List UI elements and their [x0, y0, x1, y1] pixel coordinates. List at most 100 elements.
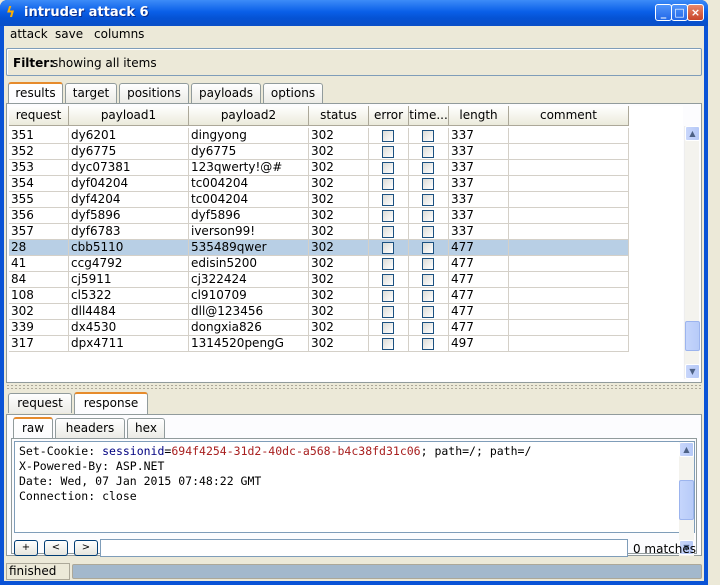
tab-request[interactable]: request [8, 393, 72, 413]
table-row[interactable]: 41 ccg4792 edisin5200 302 477 [9, 256, 629, 272]
status-bar: finished [4, 562, 704, 581]
window-client: attack save columns Filter: showing all … [4, 26, 704, 581]
column-header-length[interactable]: length [449, 106, 509, 126]
timeout-cell [409, 224, 449, 240]
timeout-cell [409, 128, 449, 144]
length-cell: 497 [449, 336, 509, 352]
table-row[interactable]: 352 dy6775 dy6775 302 337 [9, 144, 629, 160]
timeout-cell [409, 192, 449, 208]
table-row[interactable]: 353 dyc07381 123qwerty!@# 302 337 [9, 160, 629, 176]
table-row[interactable]: 356 dyf5896 dyf5896 302 337 [9, 208, 629, 224]
error-cell [369, 240, 409, 256]
column-header-request[interactable]: request [9, 106, 69, 126]
window-title: intruder attack 6 [24, 5, 149, 20]
error-cell [369, 256, 409, 272]
scroll-thumb[interactable] [679, 480, 694, 520]
filter-bar[interactable]: Filter: showing all items [6, 48, 702, 76]
column-header-timeout[interactable]: time... [409, 106, 449, 126]
filter-label: Filter: [13, 56, 55, 70]
table-row[interactable]: 355 dyf4204 tc004204 302 337 [9, 192, 629, 208]
menu-attack[interactable]: attack [10, 27, 48, 41]
column-header-status[interactable]: status [309, 106, 369, 126]
payload1-cell: cj5911 [69, 272, 189, 288]
request-cell: 339 [9, 320, 69, 336]
split-divider[interactable] [6, 384, 702, 390]
timeout-cell [409, 144, 449, 160]
tab-target[interactable]: target [65, 83, 117, 103]
error-checkbox [382, 210, 394, 222]
scroll-thumb[interactable] [685, 321, 700, 351]
status-cell: 302 [309, 256, 369, 272]
payload1-cell: ccg4792 [69, 256, 189, 272]
search-input[interactable] [100, 539, 628, 557]
column-header-payload2[interactable]: payload2 [189, 106, 309, 126]
status-cell: 302 [309, 160, 369, 176]
payload2-cell: 123qwerty!@# [189, 160, 309, 176]
response-text-area[interactable]: Set-Cookie: sessionid=694f4254-31d2-40dc… [14, 441, 695, 556]
timeout-checkbox [422, 226, 434, 238]
table-row[interactable]: 28 cbb5110 535489qwer 302 477 [9, 240, 629, 256]
error-cell [369, 144, 409, 160]
payload2-cell: 535489qwer [189, 240, 309, 256]
error-cell [369, 224, 409, 240]
menu-save[interactable]: save [55, 27, 83, 41]
close-button[interactable]: × [687, 4, 704, 21]
maximize-button[interactable]: □ [671, 4, 688, 21]
tab-raw[interactable]: raw [13, 417, 53, 439]
title-bar[interactable]: ϟ intruder attack 6 _ □ × [0, 0, 708, 26]
table-row[interactable]: 317 dpx4711 1314520pengG 302 497 [9, 336, 629, 352]
table-row[interactable]: 354 dyf04204 tc004204 302 337 [9, 176, 629, 192]
table-row[interactable]: 357 dyf6783 iverson99! 302 337 [9, 224, 629, 240]
column-header-comment[interactable]: comment [509, 106, 629, 126]
column-header-error[interactable]: error [369, 106, 409, 126]
payload2-cell: dongxia826 [189, 320, 309, 336]
tab-positions[interactable]: positions [119, 83, 189, 103]
request-cell: 41 [9, 256, 69, 272]
timeout-checkbox [422, 258, 434, 270]
error-checkbox [382, 178, 394, 190]
scroll-up-arrow-icon[interactable]: ▲ [685, 126, 700, 141]
menu-columns[interactable]: columns [94, 27, 144, 41]
column-header-payload1[interactable]: payload1 [69, 106, 189, 126]
timeout-checkbox [422, 146, 434, 158]
payload1-cell: dyf5896 [69, 208, 189, 224]
payload2-cell: iverson99! [189, 224, 309, 240]
results-table[interactable]: request payload1 payload2 status error time..… [9, 106, 683, 381]
search-next-button[interactable]: > [74, 540, 98, 556]
tab-options[interactable]: options [263, 83, 323, 103]
status-cell: 302 [309, 128, 369, 144]
tab-hex[interactable]: hex [127, 418, 165, 438]
payload1-cell: dy6201 [69, 128, 189, 144]
error-checkbox [382, 194, 394, 206]
search-plus-button[interactable]: + [14, 540, 38, 556]
request-cell: 108 [9, 288, 69, 304]
status-text: finished [6, 563, 70, 580]
response-raw-text: Set-Cookie: sessionid=694f4254-31d2-40dc… [19, 444, 531, 504]
table-row[interactable]: 108 cl5322 cl910709 302 477 [9, 288, 629, 304]
tab-response[interactable]: response [74, 392, 148, 414]
results-scrollbar[interactable]: ▲ ▼ [684, 126, 700, 379]
error-cell [369, 320, 409, 336]
payload1-cell: dyf4204 [69, 192, 189, 208]
comment-cell [509, 176, 629, 192]
table-row[interactable]: 339 dx4530 dongxia826 302 477 [9, 320, 629, 336]
tab-results[interactable]: results [8, 82, 63, 104]
cookie-value: 694f4254-31d2-40dc-a568-b4c38fd31c06 [171, 444, 421, 458]
minimize-button[interactable]: _ [655, 4, 672, 21]
tab-headers[interactable]: headers [55, 418, 125, 438]
length-cell: 477 [449, 272, 509, 288]
table-row[interactable]: 351 dy6201 dingyong 302 337 [9, 128, 629, 144]
scroll-down-arrow-icon[interactable]: ▼ [685, 364, 700, 379]
payload2-cell: edisin5200 [189, 256, 309, 272]
table-row[interactable]: 302 dll4484 dll@123456 302 477 [9, 304, 629, 320]
search-prev-button[interactable]: < [44, 540, 68, 556]
length-cell: 477 [449, 256, 509, 272]
table-row[interactable]: 84 cj5911 cj322424 302 477 [9, 272, 629, 288]
payload1-cell: dyf6783 [69, 224, 189, 240]
scroll-up-arrow-icon[interactable]: ▲ [679, 442, 694, 457]
error-cell [369, 304, 409, 320]
tab-payloads[interactable]: payloads [191, 83, 261, 103]
payload1-cell: dpx4711 [69, 336, 189, 352]
error-cell [369, 336, 409, 352]
request-cell: 352 [9, 144, 69, 160]
